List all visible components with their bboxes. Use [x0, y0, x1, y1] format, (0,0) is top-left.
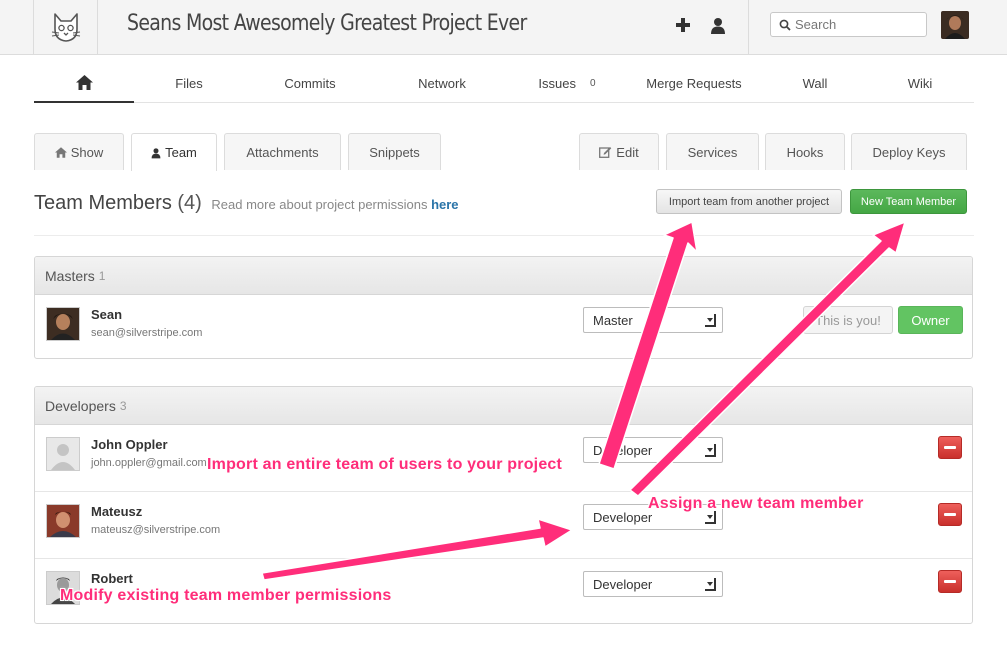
- member-name[interactable]: John Oppler: [91, 437, 168, 452]
- owner-badge: Owner: [898, 306, 963, 334]
- nav-files[interactable]: Files: [149, 64, 229, 102]
- logo[interactable]: [33, 0, 98, 54]
- masters-count: 1: [98, 268, 106, 283]
- permissions-note-text: Read more about project permissions: [211, 197, 428, 212]
- page-title: Team Members (4) Read more about project…: [34, 192, 459, 215]
- role-select-value: Developer: [593, 509, 653, 525]
- member-name[interactable]: Robert: [91, 571, 133, 586]
- user-avatar[interactable]: [941, 11, 969, 39]
- search-box[interactable]: [770, 12, 927, 37]
- avatar: [46, 437, 80, 471]
- remove-member-button[interactable]: [938, 503, 962, 526]
- member-name[interactable]: Sean: [91, 307, 122, 322]
- import-team-button[interactable]: Import team from another project: [656, 189, 842, 214]
- remove-member-button[interactable]: [938, 570, 962, 593]
- developers-heading: Developers 3: [35, 387, 972, 425]
- avatar: [46, 504, 80, 538]
- member-email: john.oppler@gmail.com: [91, 457, 207, 469]
- tab-team[interactable]: Team: [131, 133, 217, 171]
- member-name[interactable]: Mateusz: [91, 504, 142, 519]
- dropdown-arrow-icon: [705, 578, 716, 591]
- annotation-import: Import an entire team of users to your p…: [207, 456, 563, 473]
- masters-heading: Masters 1: [35, 257, 972, 295]
- member-email: sean@silverstripe.com: [91, 327, 203, 339]
- top-header: Seans Most Awesomely Greatest Project Ev…: [0, 0, 1007, 55]
- this-is-you-badge: This is you!: [803, 306, 893, 334]
- member-count: (4): [177, 192, 202, 214]
- masters-heading-label: Masters: [45, 267, 95, 284]
- tab-team-label: Team: [165, 145, 197, 160]
- developers-count: 3: [119, 398, 127, 413]
- tab-services[interactable]: Services: [666, 133, 759, 170]
- search-icon: [779, 19, 791, 31]
- annotation-assign: Assign a new team member: [648, 495, 864, 512]
- nav-network[interactable]: Network: [402, 64, 482, 102]
- tab-edit[interactable]: Edit: [579, 133, 659, 170]
- avatar: [46, 307, 80, 341]
- project-nav: Files Commits Network Issues 0 Merge Req…: [34, 64, 974, 103]
- tab-show[interactable]: Show: [34, 133, 124, 170]
- nav-commits[interactable]: Commits: [270, 64, 350, 102]
- new-team-member-button[interactable]: New Team Member: [850, 189, 967, 214]
- developers-heading-label: Developers: [45, 397, 116, 414]
- tab-snippets[interactable]: Snippets: [348, 133, 441, 170]
- member-row: Sean sean@silverstripe.com Master This i…: [35, 295, 972, 358]
- permissions-link[interactable]: here: [431, 197, 458, 212]
- issues-count-badge: 0: [590, 77, 596, 89]
- minus-icon: [944, 580, 956, 583]
- nav-wall[interactable]: Wall: [775, 64, 855, 102]
- member-email: mateusz@silverstripe.com: [91, 524, 221, 536]
- user-icon: [151, 147, 161, 158]
- header-divider: [748, 0, 749, 54]
- tab-deploy-keys[interactable]: Deploy Keys: [851, 133, 967, 170]
- project-title[interactable]: Seans Most Awesomely Greatest Project Ev…: [127, 11, 527, 36]
- permissions-note: Read more about project permissions here: [211, 197, 458, 212]
- gitlab-logo-icon: [51, 13, 80, 42]
- nav-issues-label: Issues: [538, 75, 576, 91]
- masters-panel: Masters 1 Sean sean@silverstripe.com Mas…: [34, 256, 973, 359]
- role-select-value: Developer: [593, 576, 653, 592]
- dropdown-arrow-icon: [705, 444, 716, 457]
- nav-issues[interactable]: Issues 0: [522, 64, 612, 102]
- nav-home[interactable]: [34, 64, 134, 103]
- minus-icon: [944, 446, 956, 449]
- tab-hooks[interactable]: Hooks: [765, 133, 845, 170]
- role-select[interactable]: Master: [583, 307, 723, 333]
- tab-attachments[interactable]: Attachments: [224, 133, 341, 170]
- dropdown-arrow-icon: [705, 314, 716, 327]
- edit-icon: [599, 147, 612, 158]
- nav-wiki[interactable]: Wiki: [880, 64, 960, 102]
- role-select[interactable]: Developer: [583, 437, 723, 463]
- role-select[interactable]: Developer: [583, 571, 723, 597]
- home-icon: [75, 75, 93, 90]
- divider: [34, 235, 974, 236]
- user-icon[interactable]: [707, 14, 729, 36]
- search-input[interactable]: [795, 17, 915, 32]
- annotation-modify: Modify existing team member permissions: [60, 587, 392, 604]
- tab-show-label: Show: [70, 144, 104, 160]
- minus-icon: [944, 513, 956, 516]
- role-select-value: Developer: [593, 442, 653, 458]
- page-title-text: Team Members: [34, 192, 172, 214]
- home-icon: [54, 146, 67, 158]
- tab-edit-label: Edit: [616, 144, 639, 160]
- remove-member-button[interactable]: [938, 436, 962, 459]
- nav-merge-requests[interactable]: Merge Requests: [634, 64, 754, 102]
- role-select-value: Master: [593, 312, 633, 328]
- plus-icon[interactable]: [672, 14, 694, 36]
